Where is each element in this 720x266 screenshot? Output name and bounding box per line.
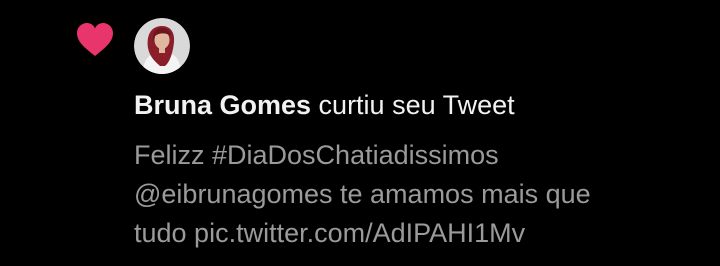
tweet-line: Felizz #DiaDosChatiadissimos [134, 140, 499, 170]
action-text: curtiu seu Tweet [311, 90, 515, 120]
tweet-line: tudo pic.twitter.com/AdIPAHI1Mv [134, 218, 526, 248]
heart-icon [76, 22, 114, 58]
avatar[interactable] [134, 18, 190, 74]
tweet-text[interactable]: Felizz #DiaDosChatiadissimos @eibrunagom… [134, 136, 694, 253]
user-name[interactable]: Bruna Gomes [134, 90, 311, 120]
notification-headline: Bruna Gomes curtiu seu Tweet [134, 88, 515, 122]
tweet-line: @eibrunagomes te amamos mais que [134, 179, 591, 209]
like-notification[interactable]: Bruna Gomes curtiu seu Tweet Felizz #Dia… [0, 0, 720, 266]
